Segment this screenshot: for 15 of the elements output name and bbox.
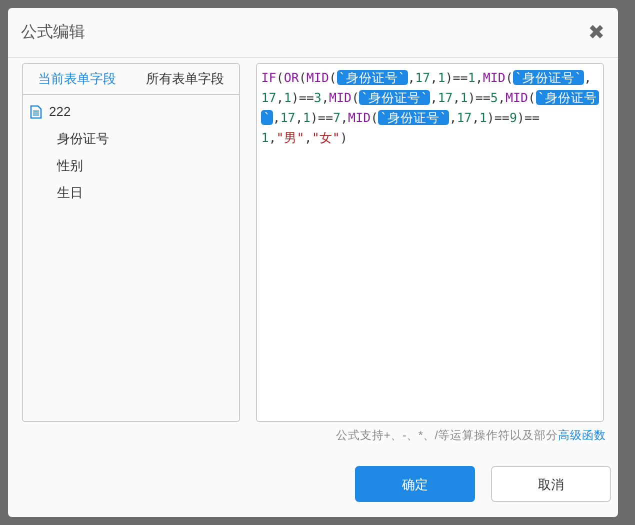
formula-text: IF(OR(MID( `身份证号` ,17,1)==1,MID( `身份证号` , 17,1)==3,MID( `身份证号` ,17,1)==5,MID( `身份证号` ,17,1)==7,MID( `身份证号` ,17,1)==9)== 1,"男","女") xyxy=(261,69,599,147)
close-button[interactable]: ✖ xyxy=(588,22,605,42)
confirm-button[interactable]: 确定 xyxy=(355,466,475,502)
field-item[interactable]: 身份证号 xyxy=(57,128,109,148)
hint-text: 公式支持+、-、*、/等运算操作符以及部分高级函数 xyxy=(336,428,606,444)
field-item[interactable]: 生日 xyxy=(57,182,83,202)
document-icon xyxy=(30,105,42,119)
dialog-title: 公式编辑 xyxy=(21,22,85,42)
field-tab[interactable]: 所有表单字段 xyxy=(146,69,224,89)
formula-editor[interactable]: IF(OR(MID( `身份证号` ,17,1)==1,MID( `身份证号` , 17,1)==3,MID( `身份证号` ,17,1)==5,MID( `身份证号` ,17,1)==7,MID( `身份证号` ,17,1)==9)== 1,"男","女") xyxy=(256,63,604,422)
field-item[interactable]: 性别 xyxy=(57,156,83,176)
field-tab[interactable]: 当前表单字段 xyxy=(38,69,116,89)
advanced-functions-link[interactable]: 高级函数 xyxy=(558,430,606,442)
tree-node[interactable]: 222 xyxy=(49,102,71,122)
cancel-button[interactable]: 取消 xyxy=(491,466,611,502)
